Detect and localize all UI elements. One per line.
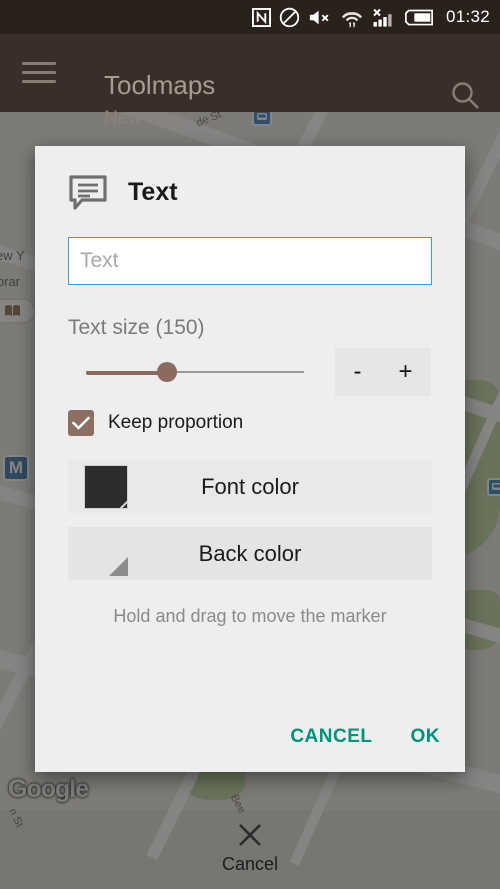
text-marker-dialog: Text Text size (150) - + Keep proportion [35,146,465,772]
keep-proportion-label: Keep proportion [108,412,244,433]
text-size-label: Text size (150) [68,316,205,339]
hamburger-menu-icon[interactable] [22,62,56,83]
nfc-icon [251,7,271,27]
status-bar: 01:32 [0,0,500,34]
speech-bubble-icon [69,175,107,210]
do-not-disturb-icon [279,7,300,27]
keep-proportion-checkbox[interactable] [68,410,94,436]
dialog-actions: CANCEL OK [290,726,440,748]
volume-mute-icon [309,10,329,24]
font-color-button[interactable]: Font color [68,460,432,513]
back-color-label: Back color [198,540,302,566]
slider-thumb[interactable] [156,362,177,382]
close-x-icon[interactable] [235,820,265,850]
search-icon[interactable] [448,78,482,117]
battery-icon [404,9,433,25]
slider-fill [86,371,167,375]
text-size-slider[interactable] [68,353,322,391]
bottom-cancel-bar[interactable]: Cancel [0,805,500,889]
bottom-cancel-label: Cancel [221,853,279,874]
back-color-button[interactable]: Back color [68,527,432,580]
map-name-subtitle: New map [104,108,185,129]
text-input[interactable] [68,237,432,285]
increase-size-button[interactable]: + [398,360,412,384]
dialog-header: Text [35,146,465,210]
decrease-size-button[interactable]: - [353,360,361,384]
app-toolbar: Toolmaps New map [0,34,500,129]
dialog-title: Text [128,177,178,206]
cancel-button[interactable]: CANCEL [290,726,372,748]
app-title: Toolmaps [104,70,216,100]
drag-hint-text: Hold and drag to move the marker [113,606,387,626]
ok-button[interactable]: OK [411,726,441,748]
app-screen: de St Bee n St ew Y ibrar M Google [0,0,500,889]
wifi-icon [341,11,362,28]
signal-no-service-icon [373,8,392,27]
text-size-controls: - + [35,348,465,396]
status-bar-clock: 01:32 [445,7,490,26]
checkmark-icon [72,416,90,430]
text-size-stepper: - + [335,348,431,396]
font-color-label: Font color [201,473,299,499]
keep-proportion-row[interactable]: Keep proportion [35,410,465,436]
